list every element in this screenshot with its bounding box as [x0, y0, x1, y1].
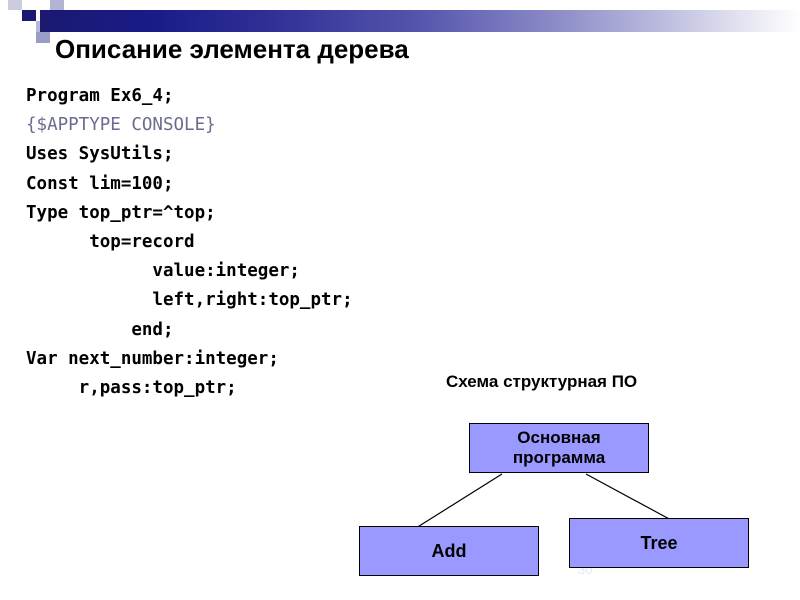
decor-square — [22, 0, 36, 10]
diagram-node-main-label: Основная программа — [513, 428, 605, 467]
code-line: left,right:top_ptr; — [26, 290, 353, 311]
node-main-line1: Основная — [517, 428, 601, 448]
decor-square — [8, 0, 22, 10]
node-main-line2: программа — [512, 448, 606, 467]
edge-main-to-add — [415, 473, 503, 529]
code-line: value:integer; — [26, 261, 300, 282]
code-line: Var next_number:integer; — [26, 348, 279, 369]
code-line: Uses SysUtils; — [26, 144, 174, 165]
header-gradient-bar — [40, 10, 800, 32]
code-line: Const lim=100; — [26, 173, 174, 194]
decor-square — [36, 0, 50, 10]
decor-square — [8, 10, 22, 21]
slide-canvas: Описание элемента дерева Program Ex6_4; {… — [0, 0, 800, 600]
diagram-node-tree-label: Tree — [640, 532, 678, 553]
decor-square — [36, 32, 50, 43]
code-line: end; — [26, 319, 174, 340]
structure-diagram: Схема структурная ПО 30 Основная програм… — [350, 365, 800, 600]
diagram-node-add[interactable]: Add — [359, 526, 539, 576]
diagram-node-add-label: Add — [431, 540, 467, 561]
code-line: Program Ex6_4; — [26, 86, 174, 106]
decor-square — [22, 32, 36, 43]
decor-square — [50, 0, 64, 10]
decor-square — [22, 10, 36, 21]
code-block: Program Ex6_4; {$APPTYPE CONSOLE} Uses Sys… — [26, 82, 353, 403]
diagram-title: Схема структурная ПО — [446, 372, 638, 391]
decor-square — [22, 21, 36, 32]
code-line: {$APPTYPE CONSOLE} — [26, 115, 216, 136]
code-line: r,pass:top_ptr; — [26, 377, 237, 398]
diagram-node-main[interactable]: Основная программа — [469, 423, 649, 473]
code-line: top=record — [26, 231, 195, 252]
edge-main-to-tree — [585, 473, 674, 522]
diagram-node-tree[interactable]: Tree — [569, 518, 749, 568]
code-line: Type top_ptr=^top; — [26, 202, 216, 223]
page-title: Описание элемента дерева — [55, 34, 409, 64]
decor-square — [8, 21, 22, 32]
